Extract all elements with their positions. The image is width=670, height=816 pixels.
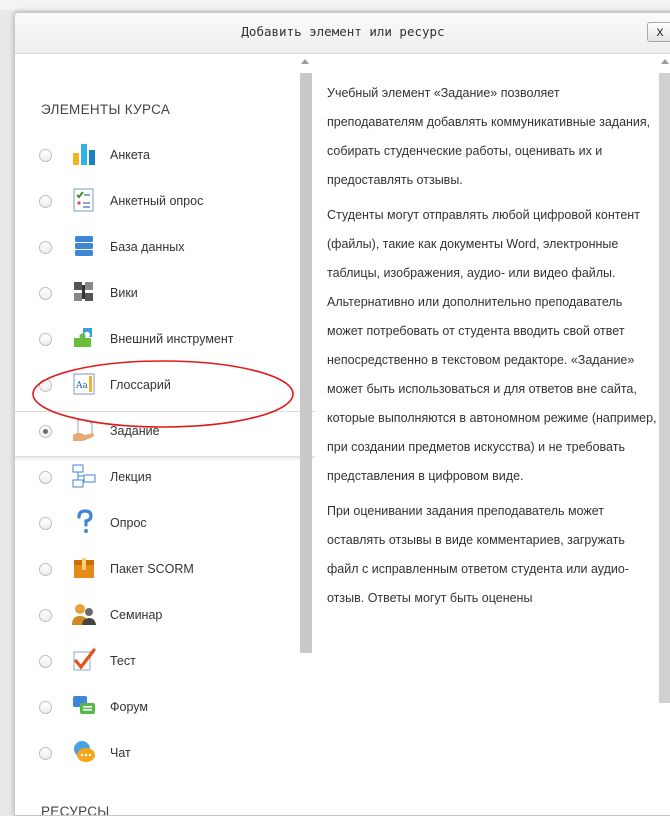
radio-button[interactable]	[39, 287, 52, 300]
radio-button[interactable]	[39, 471, 52, 484]
option-scorm[interactable]: Пакет SCORM	[15, 550, 315, 594]
help-paragraph: При оценивании задания преподаватель мож…	[327, 504, 629, 605]
forum-icon	[73, 696, 95, 714]
option-assignment[interactable]: Задание	[15, 412, 315, 456]
option-external-tool[interactable]: Внешний инструмент	[15, 320, 315, 364]
feedback-chart-icon	[73, 144, 95, 165]
radio-button[interactable]	[39, 701, 52, 714]
puzzle-icon	[74, 328, 92, 347]
assignment-icon	[73, 419, 94, 441]
wiki-icon	[74, 282, 93, 301]
option-wiki[interactable]: Вики	[15, 274, 315, 318]
quiz-checkmark-icon	[73, 648, 96, 671]
scroll-up-arrow-icon[interactable]	[661, 59, 669, 64]
scroll-up-arrow-icon[interactable]	[301, 59, 309, 64]
option-label: Форум	[110, 700, 148, 714]
option-label: Внешний инструмент	[110, 332, 234, 346]
option-label: Глоссарий	[110, 378, 171, 392]
option-glossary[interactable]: Aa Глоссарий	[15, 366, 315, 410]
option-label: Пакет SCORM	[110, 562, 194, 576]
help-text-pane: Учебный элемент «Задание» позволяет преп…	[327, 79, 657, 619]
svg-text:Aa: Aa	[75, 381, 88, 391]
option-label: Опрос	[110, 516, 147, 530]
option-feedback[interactable]: Анкета	[15, 136, 315, 180]
radio-button[interactable]	[39, 333, 52, 346]
radio-button[interactable]	[39, 655, 52, 668]
option-survey[interactable]: Анкетный опрос	[15, 182, 315, 226]
option-label: База данных	[110, 240, 185, 254]
radio-button[interactable]	[39, 747, 52, 760]
option-label: Семинар	[110, 608, 163, 622]
activities-heading: ЭЛЕМЕНТЫ КУРСА	[41, 102, 171, 117]
scorm-package-icon	[74, 558, 94, 578]
close-button[interactable]: x	[647, 22, 670, 42]
option-label: Вики	[110, 286, 138, 300]
lesson-icon	[72, 464, 96, 488]
options-scrollbar[interactable]	[298, 54, 313, 815]
option-label: Тест	[110, 654, 136, 668]
survey-icon	[73, 188, 94, 212]
radio-button-selected[interactable]	[39, 425, 52, 438]
option-choice[interactable]: Опрос	[15, 504, 315, 548]
radio-button[interactable]	[39, 241, 52, 254]
dialog-title: Добавить элемент или ресурс	[241, 24, 445, 39]
option-label: Анкета	[110, 148, 150, 162]
workshop-people-icon	[72, 604, 96, 625]
dialog-header: Добавить элемент или ресурс x	[15, 13, 670, 54]
radio-button[interactable]	[39, 195, 52, 208]
help-paragraph: Студенты могут отправлять любой цифровой…	[327, 208, 657, 483]
database-icon	[75, 236, 93, 256]
option-label: Лекция	[110, 470, 152, 484]
scrollbar-thumb[interactable]	[300, 73, 312, 653]
radio-button[interactable]	[39, 563, 52, 576]
option-label: Анкетный опрос	[110, 194, 204, 208]
option-workshop[interactable]: Семинар	[15, 596, 315, 640]
option-database[interactable]: База данных	[15, 228, 315, 272]
resources-heading: РЕСУРСЫ	[41, 804, 110, 816]
option-label: Задание	[110, 424, 160, 438]
option-lesson[interactable]: Лекция	[15, 458, 315, 502]
option-quiz[interactable]: Тест	[15, 642, 315, 686]
chat-bubble-icon	[74, 741, 95, 762]
help-scrollbar[interactable]	[659, 54, 670, 815]
option-chat[interactable]: Чат	[15, 734, 315, 778]
radio-button[interactable]	[39, 379, 52, 392]
help-paragraph: Учебный элемент «Задание» позволяет преп…	[327, 86, 651, 187]
scrollbar-thumb[interactable]	[659, 73, 670, 703]
add-activity-dialog: Добавить элемент или ресурс x ЭЛЕМЕНТЫ К…	[14, 12, 670, 816]
glossary-icon: Aa	[73, 373, 95, 395]
question-mark-icon	[77, 509, 93, 533]
page-background	[0, 0, 670, 10]
option-label: Чат	[110, 746, 131, 760]
option-forum[interactable]: Форум	[15, 688, 315, 732]
radio-button[interactable]	[39, 609, 52, 622]
options-pane: ЭЛЕМЕНТЫ КУРСА Анкета Анкетный опрос Баз…	[15, 54, 315, 816]
radio-button[interactable]	[39, 517, 52, 530]
radio-button[interactable]	[39, 149, 52, 162]
